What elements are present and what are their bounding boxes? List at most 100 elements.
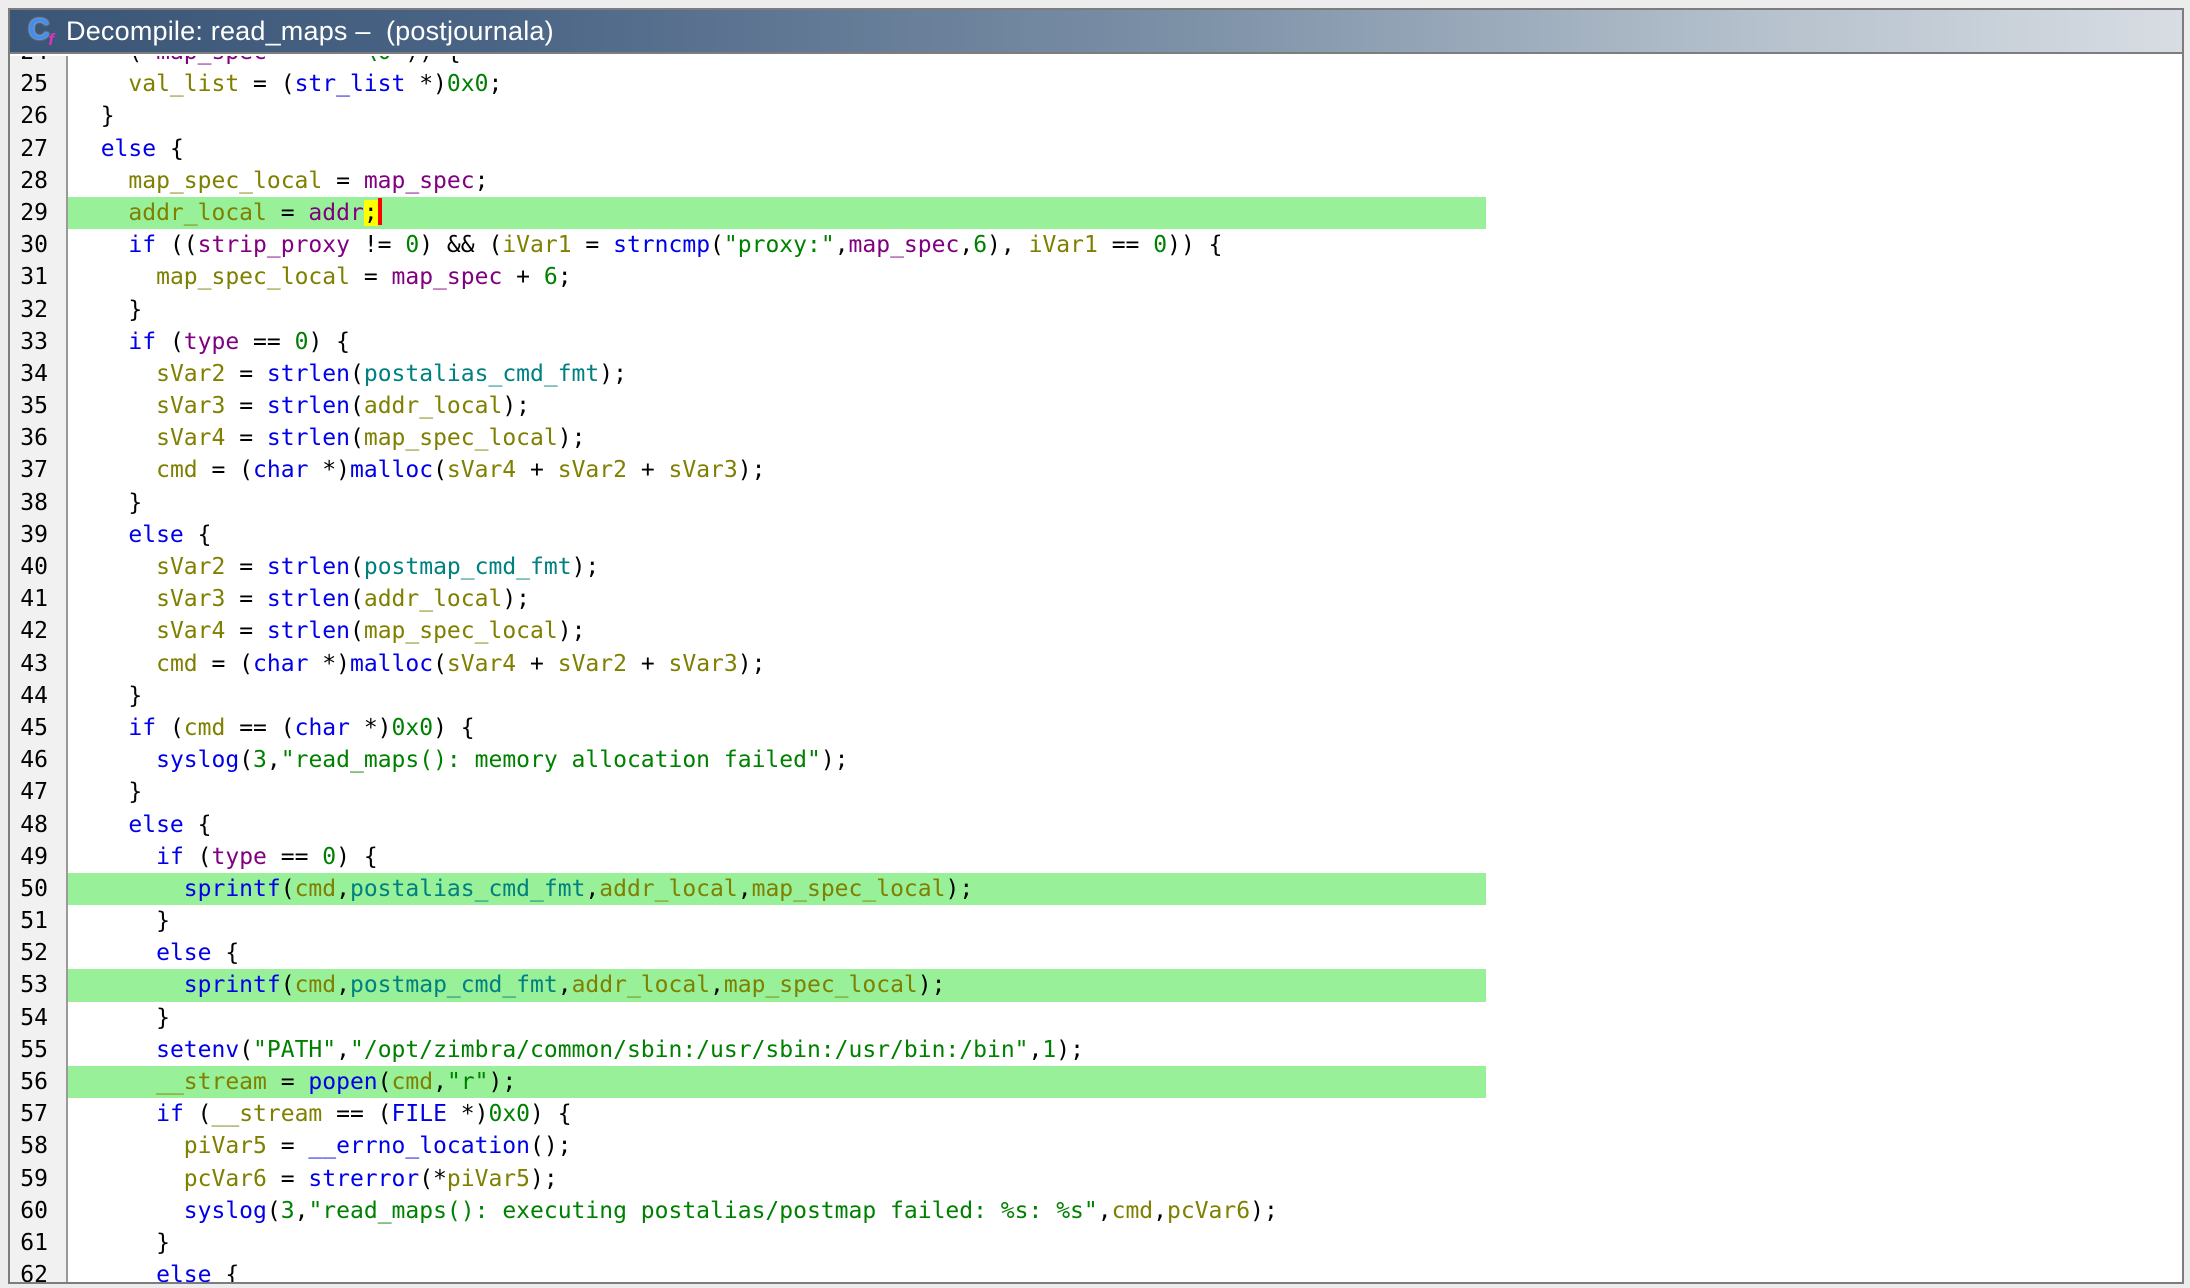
code-line-61[interactable]: 61 }	[10, 1227, 2182, 1259]
line-number: 31	[10, 261, 68, 293]
code-text: map_spec_local = map_spec;	[68, 165, 2182, 197]
code-line-27[interactable]: 27 else {	[10, 133, 2182, 165]
code-line-58[interactable]: 58 piVar5 = __errno_location();	[10, 1130, 2182, 1162]
code-line-51[interactable]: 51 }	[10, 905, 2182, 937]
code-line-60[interactable]: 60 syslog(3,"read_maps(): executing post…	[10, 1195, 2182, 1227]
code-line-44[interactable]: 44 }	[10, 680, 2182, 712]
code-line-45[interactable]: 45 if (cmd == (char *)0x0) {	[10, 712, 2182, 744]
code-text: addr_local = addr;	[68, 197, 2182, 229]
code-text: map_spec_local = map_spec + 6;	[68, 261, 2182, 293]
code-line-26[interactable]: 26 }	[10, 100, 2182, 132]
line-number: 61	[10, 1227, 68, 1259]
code-text: else {	[68, 1259, 2182, 1282]
line-number: 45	[10, 712, 68, 744]
line-number: 49	[10, 841, 68, 873]
line-number: 25	[10, 68, 68, 100]
line-number: 24	[10, 56, 68, 68]
line-number: 37	[10, 454, 68, 486]
code-line-54[interactable]: 54 }	[10, 1002, 2182, 1034]
code-line-47[interactable]: 47 }	[10, 776, 2182, 808]
code-text: sVar3 = strlen(addr_local);	[68, 583, 2182, 615]
code-line-49[interactable]: 49 if (type == 0) {	[10, 841, 2182, 873]
code-line-46[interactable]: 46 syslog(3,"read_maps(): memory allocat…	[10, 744, 2182, 776]
code-text: piVar5 = __errno_location();	[68, 1130, 2182, 1162]
code-line-42[interactable]: 42 sVar4 = strlen(map_spec_local);	[10, 615, 2182, 647]
code-line-30[interactable]: 30 if ((strip_proxy != 0) && (iVar1 = st…	[10, 229, 2182, 261]
code-line-37[interactable]: 37 cmd = (char *)malloc(sVar4 + sVar2 + …	[10, 454, 2182, 486]
code-text: else {	[68, 809, 2182, 841]
line-number: 35	[10, 390, 68, 422]
code-line-34[interactable]: 34 sVar2 = strlen(postalias_cmd_fmt);	[10, 358, 2182, 390]
code-text: else {	[68, 133, 2182, 165]
code-text: }	[68, 905, 2182, 937]
line-number: 43	[10, 648, 68, 680]
line-number: 29	[10, 197, 68, 229]
decompiler-icon-c: C	[28, 14, 50, 46]
code-line-62[interactable]: 62 else {	[10, 1259, 2182, 1282]
line-number: 44	[10, 680, 68, 712]
code-line-40[interactable]: 40 sVar2 = strlen(postmap_cmd_fmt);	[10, 551, 2182, 583]
line-number: 53	[10, 969, 68, 1001]
code-line-31[interactable]: 31 map_spec_local = map_spec + 6;	[10, 261, 2182, 293]
code-line-43[interactable]: 43 cmd = (char *)malloc(sVar4 + sVar2 + …	[10, 648, 2182, 680]
code-text: sprintf(cmd,postmap_cmd_fmt,addr_local,m…	[68, 969, 2182, 1001]
line-number: 30	[10, 229, 68, 261]
code-text: if (__stream == (FILE *)0x0) {	[68, 1098, 2182, 1130]
line-number: 58	[10, 1130, 68, 1162]
code-text: }	[68, 1002, 2182, 1034]
code-line-25[interactable]: 25 val_list = (str_list *)0x0;	[10, 68, 2182, 100]
code-text: sVar2 = strlen(postalias_cmd_fmt);	[68, 358, 2182, 390]
code-line-50[interactable]: 50 sprintf(cmd,postalias_cmd_fmt,addr_lo…	[10, 873, 2182, 905]
line-number: 55	[10, 1034, 68, 1066]
code-text: else {	[68, 519, 2182, 551]
code-line-41[interactable]: 41 sVar3 = strlen(addr_local);	[10, 583, 2182, 615]
code-text: if (type == 0) {	[68, 841, 2182, 873]
code-line-55[interactable]: 55 setenv("PATH","/opt/zimbra/common/sbi…	[10, 1034, 2182, 1066]
line-number: 54	[10, 1002, 68, 1034]
code-line-32[interactable]: 32 }	[10, 294, 2182, 326]
code-line-56[interactable]: 56 __stream = popen(cmd,"r");	[10, 1066, 2182, 1098]
code-line-29[interactable]: 29 addr_local = addr;	[10, 197, 2182, 229]
code-line-53[interactable]: 53 sprintf(cmd,postmap_cmd_fmt,addr_loca…	[10, 969, 2182, 1001]
decompile-window: C f Decompile: read_maps – (postjournala…	[8, 8, 2184, 1284]
line-number: 40	[10, 551, 68, 583]
code-line-36[interactable]: 36 sVar4 = strlen(map_spec_local);	[10, 422, 2182, 454]
code-line-33[interactable]: 33 if (type == 0) {	[10, 326, 2182, 358]
code-line-39[interactable]: 39 else {	[10, 519, 2182, 551]
line-number: 28	[10, 165, 68, 197]
line-number: 33	[10, 326, 68, 358]
code-line-48[interactable]: 48 else {	[10, 809, 2182, 841]
code-line-59[interactable]: 59 pcVar6 = strerror(*piVar5);	[10, 1163, 2182, 1195]
code-text: __stream = popen(cmd,"r");	[68, 1066, 2182, 1098]
code-line-35[interactable]: 35 sVar3 = strlen(addr_local);	[10, 390, 2182, 422]
code-text: if ((strip_proxy != 0) && (iVar1 = strnc…	[68, 229, 2182, 261]
line-number: 60	[10, 1195, 68, 1227]
code-line-57[interactable]: 57 if (__stream == (FILE *)0x0) {	[10, 1098, 2182, 1130]
code-text: }	[68, 1227, 2182, 1259]
line-number: 47	[10, 776, 68, 808]
line-number: 50	[10, 873, 68, 905]
code-text: }	[68, 776, 2182, 808]
code-text: pcVar6 = strerror(*piVar5);	[68, 1163, 2182, 1195]
line-number: 38	[10, 487, 68, 519]
code-text: }	[68, 680, 2182, 712]
code-line-24[interactable]: 24 (*map_spec == '\0')) {	[10, 56, 2182, 68]
line-number: 41	[10, 583, 68, 615]
code-text: syslog(3,"read_maps(): memory allocation…	[68, 744, 2182, 776]
decompile-window-titlebar[interactable]: C f Decompile: read_maps – (postjournala…	[10, 10, 2182, 54]
line-number: 56	[10, 1066, 68, 1098]
decompile-code-panel[interactable]: 24 (*map_spec == '\0')) {25 val_list = (…	[10, 56, 2182, 1282]
code-line-52[interactable]: 52 else {	[10, 937, 2182, 969]
code-text: cmd = (char *)malloc(sVar4 + sVar2 + sVa…	[68, 454, 2182, 486]
code-text: sVar2 = strlen(postmap_cmd_fmt);	[68, 551, 2182, 583]
line-number: 62	[10, 1259, 68, 1282]
line-number: 42	[10, 615, 68, 647]
line-number: 34	[10, 358, 68, 390]
code-text: }	[68, 100, 2182, 132]
code-text: sprintf(cmd,postalias_cmd_fmt,addr_local…	[68, 873, 2182, 905]
code-line-28[interactable]: 28 map_spec_local = map_spec;	[10, 165, 2182, 197]
code-line-38[interactable]: 38 }	[10, 487, 2182, 519]
code-text: if (cmd == (char *)0x0) {	[68, 712, 2182, 744]
line-number: 51	[10, 905, 68, 937]
code-text: syslog(3,"read_maps(): executing postali…	[68, 1195, 2182, 1227]
